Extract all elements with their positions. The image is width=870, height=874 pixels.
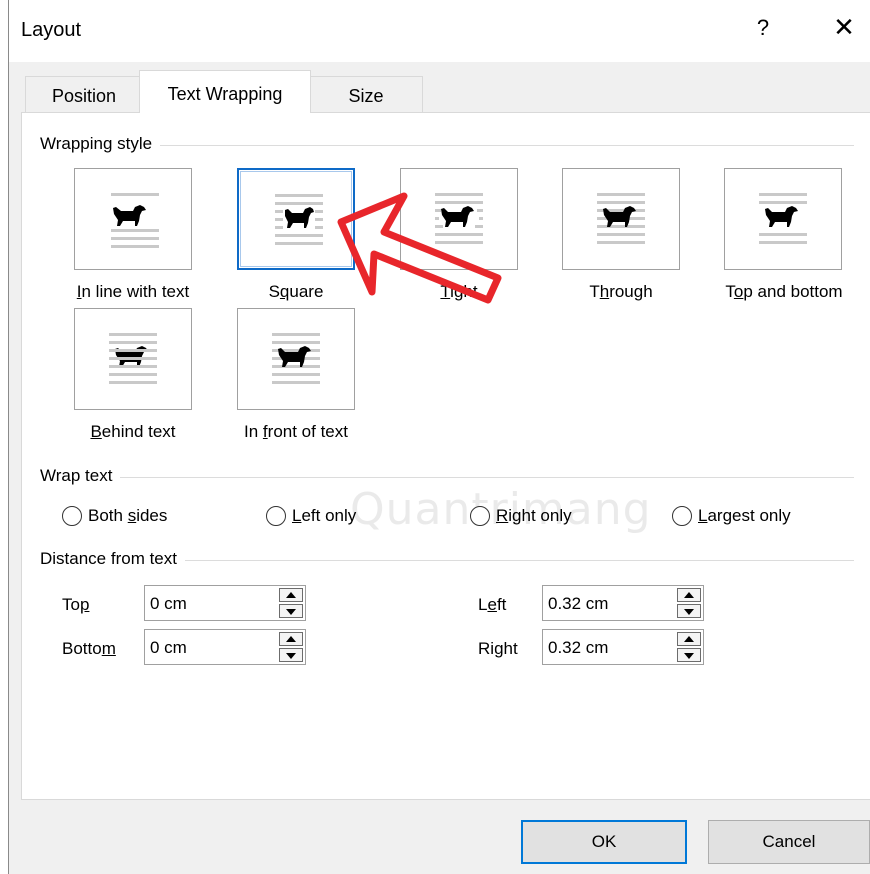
radio-right-only[interactable]: Right only [470, 506, 572, 526]
wrap-option-label: Tight [440, 282, 478, 301]
field-value: 0 cm [150, 594, 187, 613]
close-button[interactable]: ✕ [829, 12, 859, 42]
spin-up-icon[interactable] [279, 632, 303, 646]
ok-button[interactable]: OK [521, 820, 687, 864]
bottom-label: Bottom [62, 639, 116, 658]
wrap-option-label: In front of text [244, 422, 348, 441]
spin-up-icon[interactable] [677, 588, 701, 602]
bottom-spinner [279, 632, 303, 662]
wrapping-style-label: Wrapping style [40, 134, 161, 154]
radio-label: Right only [496, 506, 572, 525]
inline-wrap-icon [111, 193, 159, 248]
tab-label: Size [348, 86, 384, 106]
dialog-title: Layout [21, 19, 82, 41]
radio-label: Both sides [88, 506, 168, 525]
cancel-button[interactable]: Cancel [708, 820, 870, 864]
wrap-option-top-and-bottom[interactable] [724, 168, 842, 270]
radio-circle [470, 506, 490, 526]
left-distance-field[interactable]: 0.32 cm [542, 585, 704, 621]
bottom-distance-field[interactable]: 0 cm [144, 629, 306, 665]
wrap-option-behind-text[interactable] [74, 308, 192, 410]
divider [40, 145, 854, 146]
spin-up-icon[interactable] [677, 632, 701, 646]
title-bar: Layout ? ✕ [9, 0, 870, 62]
top-spinner [279, 588, 303, 618]
top-distance-field[interactable]: 0 cm [144, 585, 306, 621]
tab-size[interactable]: Size [309, 76, 423, 112]
right-distance-field[interactable]: 0.32 cm [542, 629, 704, 665]
tight-wrap-icon [435, 193, 483, 244]
field-value: 0.32 cm [548, 638, 609, 657]
spin-down-icon[interactable] [279, 604, 303, 618]
wrap-option-through[interactable] [562, 168, 680, 270]
wrap-option-label: Square [268, 282, 324, 301]
spin-down-icon[interactable] [677, 604, 701, 618]
left-spinner [677, 588, 701, 618]
radio-circle [672, 506, 692, 526]
in-front-wrap-icon [272, 333, 320, 384]
radio-both-sides[interactable]: Both sides [62, 506, 167, 526]
radio-label: Left only [292, 506, 357, 525]
wrap-option-square[interactable] [237, 168, 355, 270]
wrap-option-inline[interactable] [74, 168, 192, 270]
field-value: 0 cm [150, 638, 187, 657]
wrap-text-label: Wrap text [40, 466, 121, 486]
radio-circle [62, 506, 82, 526]
radio-largest-only[interactable]: Largest only [672, 506, 791, 526]
right-spinner [677, 632, 701, 662]
radio-left-only[interactable]: Left only [266, 506, 356, 526]
wrap-option-in-front-of-text[interactable] [237, 308, 355, 410]
radio-circle [266, 506, 286, 526]
through-wrap-icon [597, 193, 645, 244]
help-button[interactable]: ? [753, 15, 773, 41]
left-label: Left [478, 595, 507, 614]
distance-label: Distance from text [40, 549, 185, 569]
wrap-option-label: In line with text [76, 282, 190, 301]
top-bottom-wrap-icon [759, 193, 807, 244]
radio-label: Largest only [698, 506, 791, 525]
top-label: Top [62, 595, 90, 614]
spin-down-icon[interactable] [677, 648, 701, 662]
wrap-option-label: Through [589, 282, 653, 301]
wrap-option-label: Behind text [90, 422, 176, 441]
tab-label: Position [51, 86, 117, 106]
wrap-option-tight[interactable] [400, 168, 518, 270]
spin-down-icon[interactable] [279, 648, 303, 662]
field-value: 0.32 cm [548, 594, 609, 613]
tab-text-wrapping[interactable]: Text Wrapping [139, 70, 311, 113]
behind-text-wrap-icon [109, 333, 157, 384]
divider [40, 477, 854, 478]
wrap-option-label: Top and bottom [725, 282, 843, 301]
tab-label: Text Wrapping [167, 84, 283, 104]
spin-up-icon[interactable] [279, 588, 303, 602]
square-wrap-icon [275, 194, 323, 245]
tab-position[interactable]: Position [25, 76, 143, 112]
right-label: Right [478, 639, 518, 658]
